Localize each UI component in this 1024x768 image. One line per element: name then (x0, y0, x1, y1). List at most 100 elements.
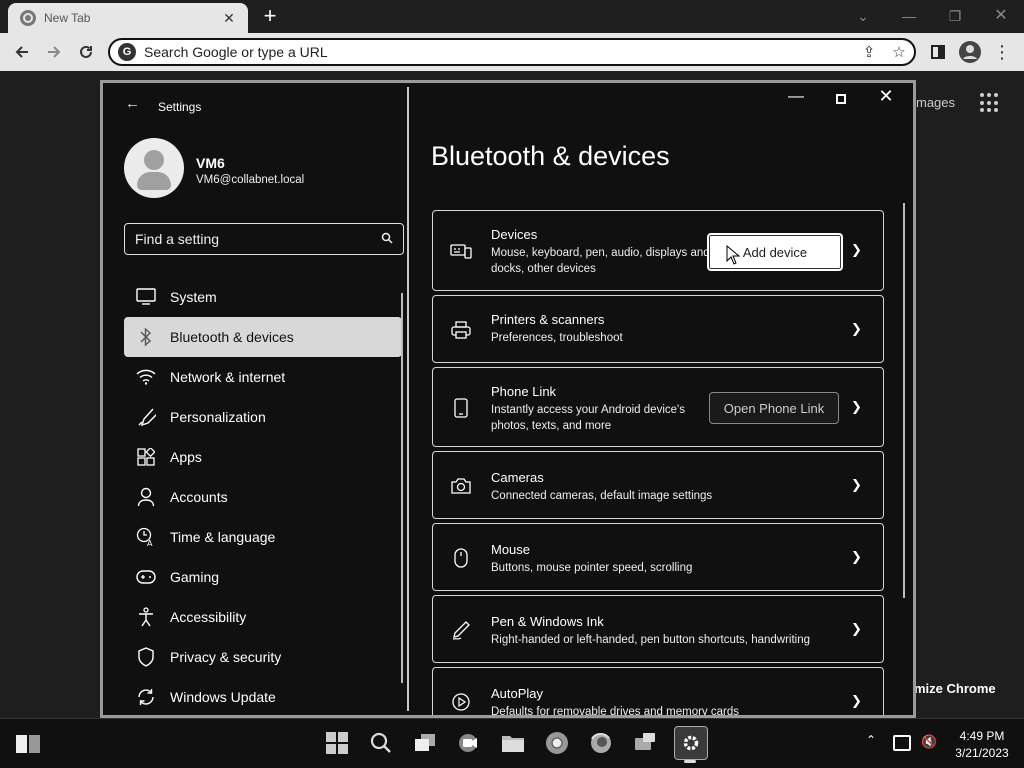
clock-date[interactable]: 3/21/2023 (950, 746, 1014, 760)
sidebar-item-time-language[interactable]: A Time & language (124, 517, 402, 557)
sidebar-item-label: Bluetooth & devices (170, 329, 294, 345)
network-icon[interactable] (893, 735, 911, 751)
card-title: Devices (491, 227, 538, 242)
sidebar-item-label: Personalization (170, 409, 266, 425)
sidebar-item-network-internet[interactable]: Network & internet (124, 357, 402, 397)
card-title: Pen & Windows Ink (491, 614, 604, 629)
chrome-tab-strip: New Tab ✕ + ⌄ — ❐ ✕ (0, 0, 1024, 33)
browser-minimize-button[interactable]: — (894, 4, 924, 28)
card-autoplay[interactable]: AutoPlay Defaults for removable drives a… (432, 667, 884, 718)
sidebar-item-gaming[interactable]: Gaming (124, 557, 402, 597)
google-icon: G (118, 43, 136, 61)
card-pen-windows-ink[interactable]: Pen & Windows Ink Right-handed or left-h… (432, 595, 884, 663)
customize-chrome-button[interactable]: mize Chrome (914, 681, 996, 696)
omnibox-placeholder[interactable]: Search Google or type a URL (144, 44, 854, 60)
chrome-menu-kebab-icon[interactable]: ⋮ (986, 36, 1018, 68)
widgets-icon[interactable] (16, 735, 40, 753)
content-scrollbar[interactable] (903, 203, 905, 598)
settings-close-button[interactable]: ✕ (875, 86, 897, 107)
person-icon (134, 485, 158, 509)
chevron-right-icon: ❯ (851, 549, 862, 564)
devices-icon (449, 239, 473, 263)
bluetooth-icon (134, 325, 158, 349)
settings-taskbar-gear-icon[interactable] (674, 726, 708, 763)
brush-icon (134, 405, 158, 429)
card-description: Defaults for removable drives and memory… (491, 706, 739, 718)
chrome-favicon-icon (20, 10, 36, 26)
update-icon (134, 685, 158, 709)
card-printers-scanners[interactable]: Printers & scanners Preferences, trouble… (432, 295, 884, 363)
card-devices[interactable]: Devices Mouse, keyboard, pen, audio, dis… (432, 210, 884, 291)
sidebar-item-system[interactable]: System (124, 277, 402, 317)
sidebar-item-windows-update[interactable]: Windows Update (124, 677, 402, 715)
side-panel-icon[interactable] (922, 36, 954, 68)
sidebar-item-bluetooth-devices[interactable]: Bluetooth & devices (124, 317, 402, 357)
find-setting-placeholder[interactable]: Find a setting (135, 231, 381, 247)
card-description: Connected cameras, default image setting… (491, 490, 713, 502)
chevron-right-icon: ❯ (851, 621, 862, 636)
card-description: Mouse, keyboard, pen, audio, displays an… (491, 247, 710, 275)
wifi-icon (134, 365, 158, 389)
volume-muted-icon[interactable]: 🔇 (921, 734, 937, 750)
firefox-icon[interactable] (587, 729, 615, 757)
tab-close-icon[interactable]: ✕ (220, 10, 238, 27)
card-title: AutoPlay (491, 686, 544, 701)
tray-overflow-chevron-icon[interactable]: ⌃ (866, 733, 876, 747)
pen-icon (449, 618, 473, 642)
sidebar-item-accounts[interactable]: Accounts (124, 477, 402, 517)
sidebar-item-label: Gaming (170, 569, 220, 585)
share-icon[interactable]: ⇪ (854, 43, 884, 61)
card-phone-link[interactable]: Phone Link Instantly access your Android… (432, 367, 884, 447)
sidebar-scrollbar[interactable] (401, 293, 403, 683)
file-explorer-icon[interactable] (499, 729, 527, 757)
find-setting-input[interactable]: Find a setting (124, 223, 404, 255)
open-phone-link-button[interactable]: Open Phone Link (709, 392, 839, 424)
chrome-taskbar-icon[interactable] (543, 729, 571, 757)
start-windows-icon[interactable] (323, 729, 351, 757)
profile-avatar-icon[interactable] (954, 36, 986, 68)
browser-close-button[interactable]: ✕ (986, 4, 1016, 28)
chrome-tab-new-tab[interactable]: New Tab ✕ (8, 3, 248, 33)
card-title: Printers & scanners (491, 312, 605, 327)
images-link[interactable]: mages (916, 95, 955, 110)
new-tab-button[interactable]: + (258, 4, 282, 28)
card-description: Buttons, mouse pointer speed, scrolling (491, 562, 693, 574)
sidebar-item-label: System (170, 289, 217, 305)
google-apps-grid-icon[interactable] (980, 93, 1000, 113)
search-icon (381, 232, 393, 247)
task-view-icon[interactable] (411, 729, 439, 757)
card-mouse[interactable]: Mouse Buttons, mouse pointer speed, scro… (432, 523, 884, 591)
reload-icon[interactable] (70, 36, 102, 68)
taskbar: ⌃ 🔇 4:49 PM 3/21/2023 (0, 718, 1024, 768)
teams-chat-icon[interactable] (455, 729, 483, 757)
page-title: Bluetooth & devices (431, 141, 670, 171)
forward-arrow-icon[interactable] (38, 36, 70, 68)
clock-time[interactable]: 4:49 PM (950, 729, 1014, 743)
tab-search-chevron-icon[interactable]: ⌄ (848, 4, 878, 28)
sidebar-item-accessibility[interactable]: Accessibility (124, 597, 402, 637)
sidebar-item-label: Time & language (170, 529, 276, 545)
chevron-right-icon: ❯ (851, 693, 862, 708)
chrome-toolbar: G Search Google or type a URL ⇪ ☆ ⋮ (0, 33, 1024, 71)
user-avatar[interactable] (124, 138, 184, 198)
autoplay-icon (449, 690, 473, 714)
sidebar-item-apps[interactable]: Apps (124, 437, 402, 477)
settings-sidebar: ← Settings VM6 VM6@collabnet.local Find … (103, 83, 409, 715)
card-description: Preferences, troubleshoot (491, 332, 623, 344)
card-cameras[interactable]: Cameras Connected cameras, default image… (432, 451, 884, 519)
settings-maximize-button[interactable] (830, 90, 852, 108)
remote-desktop-icon[interactable] (631, 729, 659, 757)
bookmark-star-icon[interactable]: ☆ (884, 43, 914, 61)
back-arrow-icon[interactable]: ← (125, 95, 140, 112)
settings-minimize-button[interactable]: — (785, 88, 807, 106)
user-name: VM6 (196, 155, 225, 171)
sidebar-item-personalization[interactable]: Personalization (124, 397, 402, 437)
omnibox[interactable]: G Search Google or type a URL ⇪ ☆ (108, 38, 916, 66)
sidebar-item-privacy-security[interactable]: Privacy & security (124, 637, 402, 677)
sidebar-item-label: Accessibility (170, 609, 247, 625)
back-arrow-icon[interactable] (6, 36, 38, 68)
phone-icon (449, 396, 473, 420)
browser-restore-button[interactable]: ❐ (940, 4, 970, 28)
taskbar-search-icon[interactable] (367, 729, 395, 757)
gamepad-icon (134, 565, 158, 589)
